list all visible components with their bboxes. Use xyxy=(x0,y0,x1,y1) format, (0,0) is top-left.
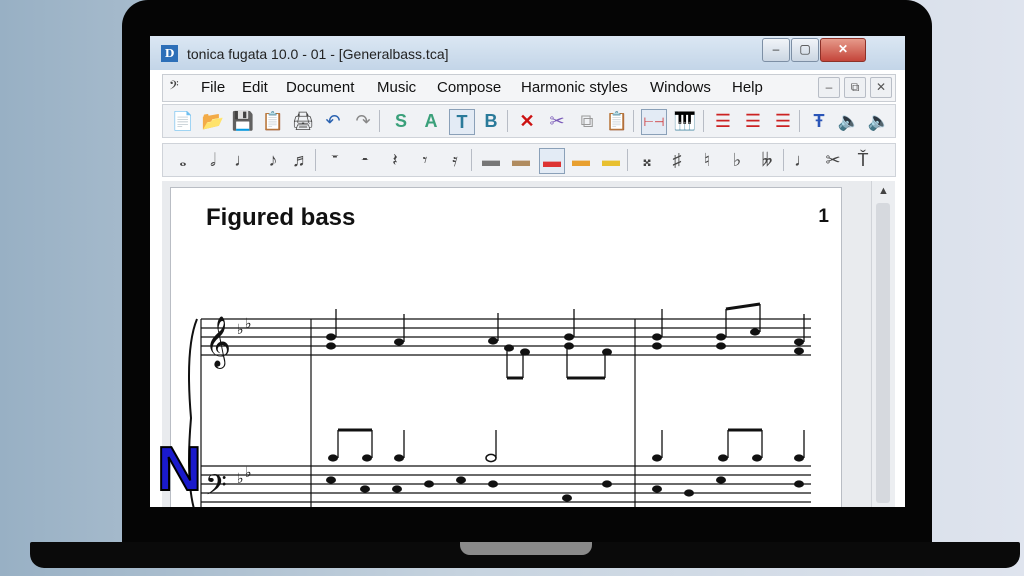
voice-color-icon[interactable]: ▬ xyxy=(509,148,533,172)
toolbar-separator xyxy=(471,149,472,171)
menu-music[interactable]: Music xyxy=(377,79,416,96)
menu-file[interactable]: File xyxy=(201,79,225,96)
half-rest-icon[interactable]: 𝄼 xyxy=(353,148,377,172)
flat-icon: ♭ xyxy=(245,316,252,332)
flat-icon: ♭ xyxy=(237,471,244,487)
title-bar: D tonica fugata 10.0 - 01 - [Generalbass… xyxy=(150,36,905,70)
quarter-note-icon[interactable]: ♩ xyxy=(231,148,255,172)
half-note-icon[interactable]: 𝅗𝅥 xyxy=(201,148,225,172)
tenor-button[interactable]: T xyxy=(449,109,475,135)
bass-lower-notes xyxy=(326,476,804,502)
lines-alt-icon[interactable]: ☰ xyxy=(741,109,765,133)
half-note xyxy=(485,453,497,463)
close-button[interactable]: ✕ xyxy=(820,38,866,62)
voice-color-icon[interactable]: ▬ xyxy=(539,148,565,174)
menu-compose[interactable]: Compose xyxy=(437,79,501,96)
menu-harmonic-styles[interactable]: Harmonic styles xyxy=(521,79,628,96)
scroll-up-icon[interactable]: ▲ xyxy=(872,181,895,201)
keyboard-icon[interactable]: 🎹 xyxy=(673,109,697,133)
range-icon[interactable]: ⊢⊣ xyxy=(641,109,667,135)
notation-toolbar: 𝅝 𝅗𝅥 ♩ ♪ ♬ 𝄻 𝄼 𝄽 𝄾 𝄿 ▬ ▬ ▬ ▬ ▬ 𝄪 ♯ ♮ ♭ 𝄫… xyxy=(162,143,896,177)
new-icon[interactable]: 📄 xyxy=(171,109,195,133)
double-flat-icon[interactable]: 𝄫 xyxy=(755,148,779,172)
channel-logo: N xyxy=(156,438,203,496)
toolbar-separator xyxy=(703,110,704,132)
bass-staff xyxy=(201,465,811,503)
toolbar-separator xyxy=(507,110,508,132)
voice-color-icon[interactable]: ▬ xyxy=(599,148,623,172)
treble-stems xyxy=(335,304,805,378)
app-window: D tonica fugata 10.0 - 01 - [Generalbass… xyxy=(150,36,905,507)
toolbar-separator xyxy=(315,149,316,171)
minimize-button[interactable]: – xyxy=(762,38,790,62)
maximize-button[interactable]: ▢ xyxy=(791,38,819,62)
sharp-icon[interactable]: ♯ xyxy=(665,148,689,172)
flat-icon: ♭ xyxy=(237,322,244,338)
undo-icon[interactable]: ↶ xyxy=(321,109,345,133)
cut-note-icon[interactable]: ✂ xyxy=(821,148,845,172)
voice-color-icon[interactable]: ▬ xyxy=(569,148,593,172)
app-icon: D xyxy=(161,45,178,62)
dotted-note-icon[interactable]: ♩ xyxy=(791,148,815,172)
sixteenth-note-icon[interactable]: ♬ xyxy=(289,148,313,172)
soprano-button[interactable]: S xyxy=(389,109,413,133)
treble-notes xyxy=(326,328,804,356)
score-page[interactable]: Figured bass 1 𝄞 𝄢 ♭ ♭ ♭ ♭ xyxy=(170,187,842,507)
logo-letter: N xyxy=(157,438,202,496)
eighth-rest-icon[interactable]: 𝄾 xyxy=(413,148,437,172)
mdi-minimize-button[interactable]: – xyxy=(818,77,840,98)
save-icon[interactable]: 💾 xyxy=(231,109,255,133)
eighth-note-icon[interactable]: ♪ xyxy=(261,148,285,172)
treble-beams xyxy=(507,302,761,380)
score-notation[interactable]: 𝄞 𝄢 ♭ ♭ ♭ ♭ xyxy=(171,188,839,507)
laptop-notch xyxy=(460,542,592,555)
document-menu-icon[interactable]: 𝄢 xyxy=(169,78,179,96)
flat-icon[interactable]: ♭ xyxy=(725,148,749,172)
vertical-scrollbar[interactable]: ▲ xyxy=(871,181,895,507)
toolbar-separator xyxy=(783,149,784,171)
lines-third-icon[interactable]: ☰ xyxy=(771,109,795,133)
document-area: Figured bass 1 𝄞 𝄢 ♭ ♭ ♭ ♭ ▲ xyxy=(162,181,895,507)
scroll-thumb[interactable] xyxy=(876,203,890,503)
print-icon[interactable]: 🖨 xyxy=(291,109,315,133)
tie-icon[interactable]: Ť xyxy=(851,148,875,172)
toolbar-separator xyxy=(633,110,634,132)
alto-button[interactable]: A xyxy=(419,109,443,133)
quarter-rest-icon[interactable]: 𝄽 xyxy=(383,148,407,172)
properties-icon[interactable]: 📋 xyxy=(261,109,285,133)
whole-rest-icon[interactable]: 𝄻 xyxy=(323,148,347,172)
mdi-restore-button[interactable]: ⧉ xyxy=(844,77,866,98)
main-toolbar: 📄 📂 💾 📋 🖨 ↶ ↷ S A T B ✕ ✂ ⧉ 📋 ⊢⊣ 🎹 ☰ ☰ ☰… xyxy=(162,104,896,138)
lines-icon[interactable]: ☰ xyxy=(711,109,735,133)
menu-help[interactable]: Help xyxy=(732,79,763,96)
speaker-icon[interactable]: 🔈 xyxy=(837,109,861,133)
mdi-close-button[interactable]: ✕ xyxy=(870,77,892,98)
menu-edit[interactable]: Edit xyxy=(242,79,268,96)
flat-icon: ♭ xyxy=(245,465,252,481)
speaker-mute-icon[interactable]: 🔈 xyxy=(867,109,891,133)
voice-color-icon[interactable]: ▬ xyxy=(479,148,503,172)
whole-note-icon[interactable]: 𝅝 xyxy=(171,148,195,172)
bass-upper-stems xyxy=(337,430,805,458)
double-sharp-icon[interactable]: 𝄪 xyxy=(635,148,659,172)
window-title: tonica fugata 10.0 - 01 - [Generalbass.t… xyxy=(187,46,449,62)
bass-button[interactable]: B xyxy=(479,109,503,133)
toolbar-separator xyxy=(627,149,628,171)
open-icon[interactable]: 📂 xyxy=(201,109,225,133)
redo-icon[interactable]: ↷ xyxy=(351,109,375,133)
natural-icon[interactable]: ♮ xyxy=(695,148,719,172)
treble-clef-icon: 𝄞 xyxy=(205,316,231,369)
filter-icon[interactable]: Ŧ xyxy=(807,109,831,133)
toolbar-separator xyxy=(379,110,380,132)
sixteenth-rest-icon[interactable]: 𝄿 xyxy=(443,148,467,172)
toolbar-separator xyxy=(799,110,800,132)
copy-icon[interactable]: ⧉ xyxy=(575,109,599,133)
menu-bar: 𝄢 File Edit Document Music Compose Harmo… xyxy=(162,74,896,102)
delete-icon[interactable]: ✕ xyxy=(515,109,539,133)
bass-upper-notes xyxy=(328,454,804,462)
cut-icon[interactable]: ✂ xyxy=(545,109,569,133)
paste-icon[interactable]: 📋 xyxy=(605,109,629,133)
menu-windows[interactable]: Windows xyxy=(650,79,711,96)
menu-document[interactable]: Document xyxy=(286,79,354,96)
